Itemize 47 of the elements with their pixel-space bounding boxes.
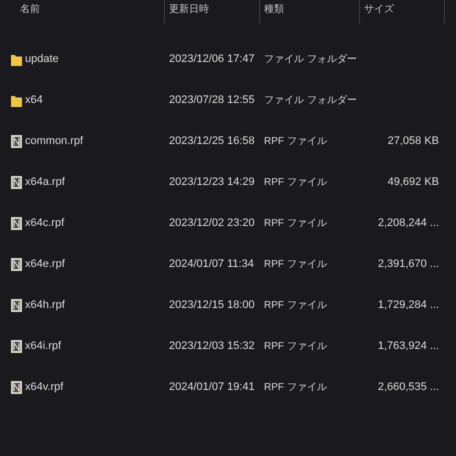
file-name[interactable]: x64i.rpf (25, 338, 62, 355)
file-size: 27,058 KB (388, 134, 439, 150)
column-header[interactable]: サイズ (364, 2, 394, 17)
modified-date: 2023/12/02 23:20 (169, 217, 255, 230)
file-type: RPF ファイル (264, 218, 327, 230)
file-icon (11, 176, 22, 189)
file-icon (11, 381, 22, 394)
modified-date: 2023/12/23 14:29 (169, 176, 255, 188)
file-icon (11, 299, 22, 312)
file-size: 49,692 KB (388, 175, 439, 190)
file-type: ファイル フォルダー (264, 54, 357, 66)
file-name[interactable]: x64e.rpf (25, 256, 65, 273)
modified-date: 2024/01/07 11:34 (169, 258, 254, 270)
column-header[interactable]: 名前 (20, 2, 40, 17)
file-name[interactable]: x64a.rpf (25, 174, 65, 191)
modified-date: 2023/12/25 16:58 (169, 135, 255, 148)
file-type: ファイル フォルダー (264, 95, 357, 106)
file-name[interactable]: common.rpf (25, 133, 84, 150)
file-name[interactable]: x64 (25, 92, 43, 109)
file-name[interactable]: x64h.rpf (25, 297, 65, 314)
file-size: 2,208,244 ... (378, 216, 439, 232)
modified-date: 2023/12/06 17:47 (169, 53, 255, 66)
column-header[interactable]: 更新日時 (169, 2, 209, 17)
modified-date: 2023/12/15 18:00 (169, 299, 255, 312)
folder-icon (11, 94, 22, 106)
file-type: RPF ファイル (264, 177, 327, 188)
file-icon (11, 258, 22, 271)
file-type: RPF ファイル (264, 382, 327, 394)
file-size: 2,660,535 ... (378, 380, 439, 396)
file-size: 1,729,284 ... (378, 298, 439, 314)
modified-date: 2023/07/28 12:55 (169, 94, 255, 106)
file-type: RPF ファイル (264, 341, 327, 352)
file-name[interactable]: update (25, 51, 59, 68)
file-icon (11, 340, 22, 353)
file-name[interactable]: x64v.rpf (25, 379, 64, 396)
file-type: RPF ファイル (264, 136, 327, 148)
modified-date: 2024/01/07 19:41 (169, 381, 255, 394)
folder-icon (11, 54, 22, 66)
file-size: 1,763,924 ... (378, 339, 439, 354)
file-icon (11, 135, 22, 148)
file-type: RPF ファイル (264, 300, 327, 312)
file-type: RPF ファイル (264, 259, 327, 270)
file-size: 2,391,670 ... (378, 257, 439, 272)
modified-date: 2023/12/03 15:32 (169, 340, 255, 352)
column-header[interactable]: 種類 (264, 2, 284, 17)
file-icon (11, 217, 22, 230)
file-name[interactable]: x64c.rpf (25, 215, 64, 232)
